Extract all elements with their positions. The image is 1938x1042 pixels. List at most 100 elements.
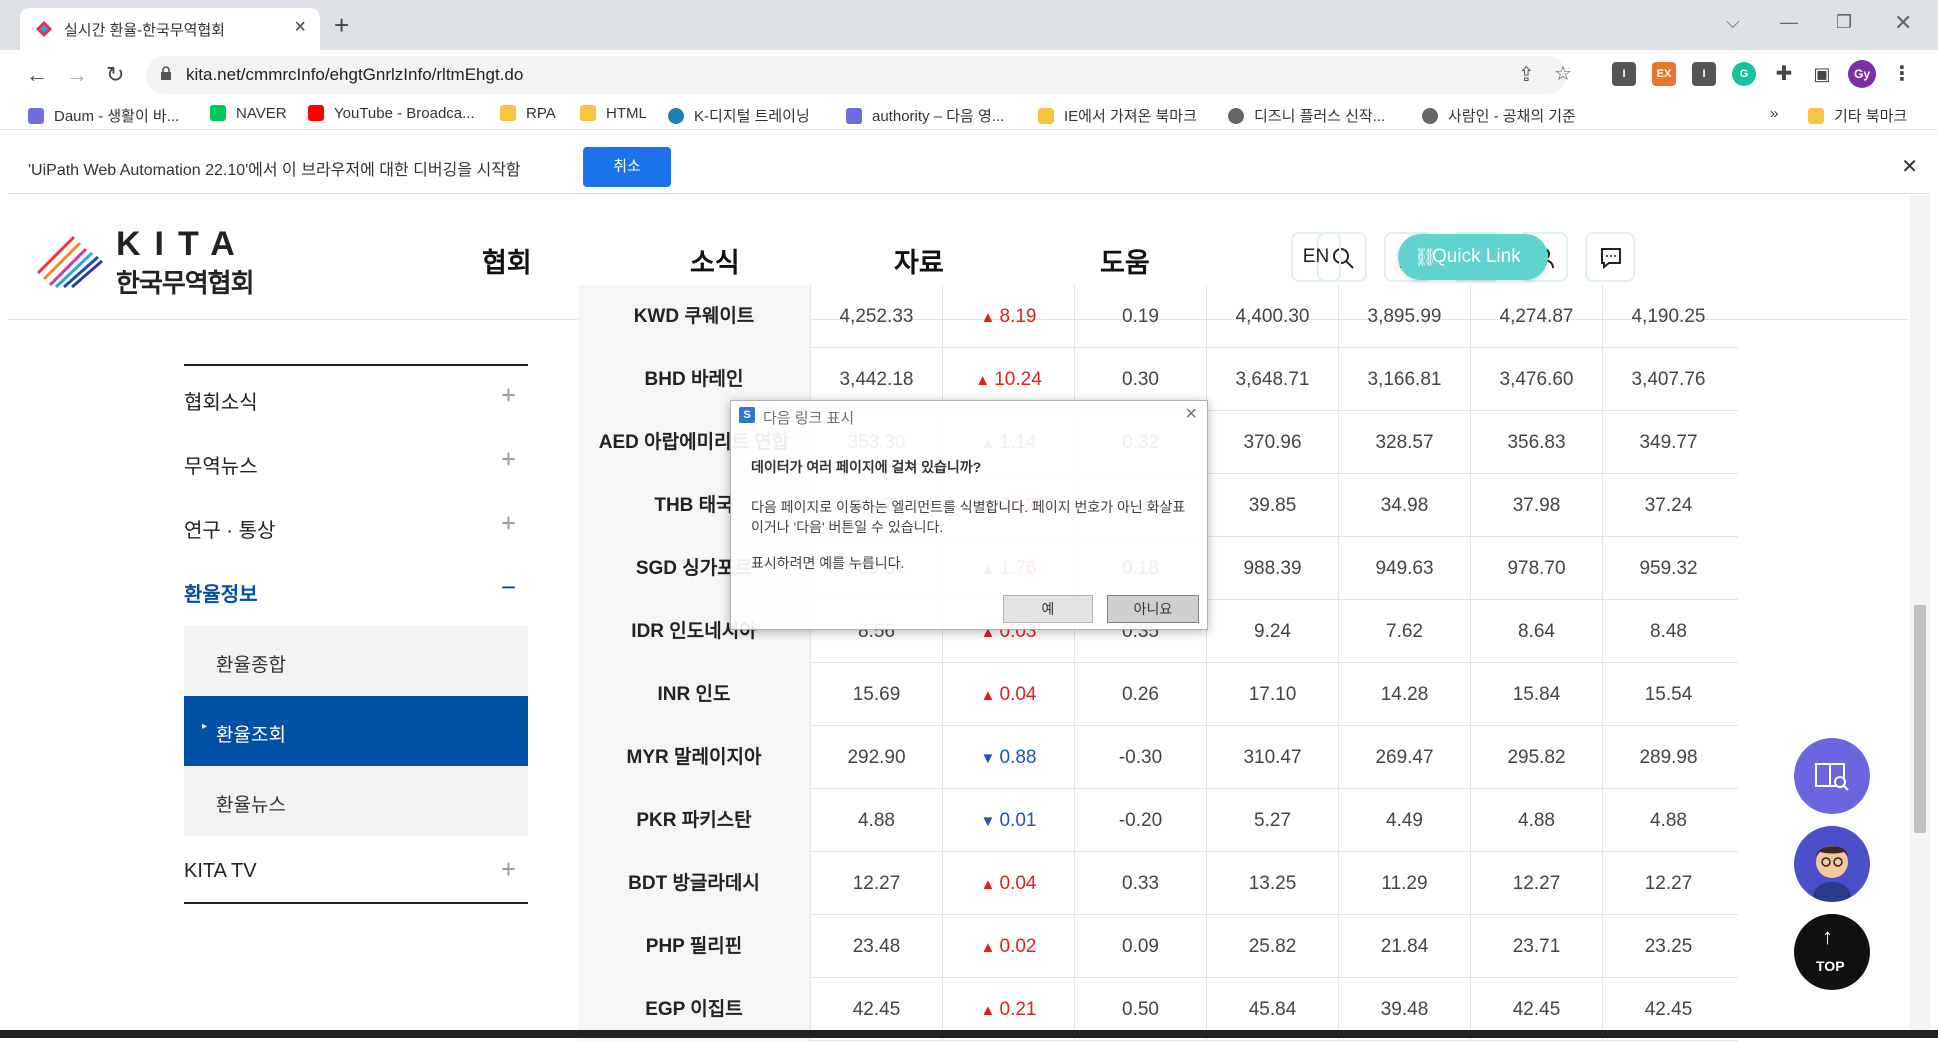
currency-name-cell: MYR 말레이지아 <box>578 726 810 789</box>
bookmark-daum[interactable]: Daum - 생활이 바... <box>28 105 179 126</box>
sidebar-item-label: 협회소식 <box>184 392 258 414</box>
dialog-no-button[interactable]: 아니요 <box>1107 595 1199 623</box>
bookmarks-more-icon[interactable]: » <box>1770 105 1778 122</box>
table-row: PKR 파키스탄 4.88 ▼ 0.01 -0.20 5.27 4.49 4.88 4.88 <box>578 789 1738 852</box>
sidebar-sub-rate-overview[interactable]: 환율종합 <box>184 626 528 696</box>
share-icon[interactable]: ⇪ <box>1518 62 1535 87</box>
rate-value-cell: 3,648.71 <box>1206 348 1338 411</box>
rate-value-cell: 0.26 <box>1074 663 1206 726</box>
quick-link-button[interactable]: ⛓ Quick Link <box>1398 234 1548 280</box>
scroll-top-button[interactable]: ↑ TOP <box>1794 914 1870 990</box>
arrow-up-icon: ▲ <box>980 309 1000 326</box>
sidebar-sub-rate-lookup[interactable]: ▸ 환율조회 <box>184 696 528 766</box>
extension-i-icon[interactable]: I <box>1612 62 1636 86</box>
bookmark-ie-folder[interactable]: IE에서 가져온 북마크 <box>1038 105 1197 126</box>
folder-icon <box>1038 108 1054 124</box>
change-value: 0.21 <box>999 999 1037 1020</box>
profile-avatar[interactable]: Gy <box>1848 60 1876 88</box>
bookmark-authority[interactable]: authority – 다음 영... <box>846 105 1004 126</box>
floating-chatbot-button[interactable] <box>1794 826 1870 902</box>
rate-value-cell: 34.98 <box>1338 474 1470 537</box>
tab-close-icon[interactable]: × <box>294 16 306 39</box>
infobar-cancel-button[interactable]: 취소 <box>583 147 671 187</box>
infobar-close-icon[interactable]: ✕ <box>1901 154 1918 179</box>
browser-menu-icon[interactable]: ⋮ <box>1890 62 1914 86</box>
sidebar-item-kita-tv[interactable]: KITA TV + <box>184 840 528 904</box>
rate-value-cell: 4.88 <box>1470 789 1602 852</box>
tab-search-icon[interactable]: ⌵ <box>1726 12 1740 33</box>
rate-value-cell: 4.88 <box>1602 789 1734 852</box>
extensions-puzzle-icon[interactable]: ✚ <box>1772 62 1796 86</box>
bookmark-star-icon[interactable]: ☆ <box>1554 61 1572 86</box>
rate-value-cell: 4,252.33 <box>810 285 942 348</box>
window-close-icon[interactable]: ✕ <box>1894 10 1912 36</box>
header-chat-button[interactable] <box>1585 232 1635 282</box>
back-icon[interactable]: ← <box>26 62 48 88</box>
grammarly-icon[interactable]: G <box>1732 62 1756 86</box>
tab-title: 실시간 환율-한국무역협회 <box>64 22 225 39</box>
table-row: BDT 방글라데시 12.27 ▲ 0.04 0.33 13.25 11.29 12.27 1… <box>578 852 1738 915</box>
new-tab-icon[interactable]: + <box>334 10 349 41</box>
nav-resources[interactable]: 자료 <box>894 241 944 280</box>
browser-tab-bar: 실시간 환율-한국무역협회 × + ⌵ — ❐ ✕ <box>0 0 1938 50</box>
rate-value-cell: 7.62 <box>1338 600 1470 663</box>
sidebar-sub-label: 환율뉴스 <box>216 795 286 816</box>
extension-i2-icon[interactable]: I <box>1692 62 1716 86</box>
currency-name-cell: PKR 파키스탄 <box>578 789 810 852</box>
scrollbar-thumb[interactable] <box>1914 605 1926 833</box>
sidebar-item-trade-news[interactable]: 무역뉴스 + <box>184 430 528 494</box>
sidebar-item-exchange-rate[interactable]: 환율정보 − <box>184 558 528 622</box>
sidebar-item-association-news[interactable]: 협회소식 + <box>184 366 528 430</box>
kita-logo[interactable]: KITA 한국무역협회 <box>36 225 256 298</box>
bookmark-rpa[interactable]: RPA <box>500 105 556 122</box>
address-toolbar: ← → ↻ kita.net/cmmrcInfo/ehgtGnrlzInfo/r… <box>0 50 1938 100</box>
change-cell: ▲ 8.19 <box>942 285 1074 348</box>
bookmark-disney[interactable]: 디즈니 플러스 신작... <box>1228 105 1385 126</box>
expand-plus-icon: + <box>500 380 516 410</box>
folder-icon <box>1808 108 1824 124</box>
maximize-icon[interactable]: ❐ <box>1836 12 1852 33</box>
change-cell: ▲ 0.02 <box>942 915 1074 978</box>
bookmark-kdigital[interactable]: K-디지털 트레이닝 <box>668 105 810 126</box>
arrow-up-icon: ▲ <box>980 939 1000 956</box>
language-en-button[interactable]: EN <box>1291 232 1341 282</box>
page-scrollbar[interactable] <box>1910 195 1930 1038</box>
floating-guide-button[interactable] <box>1794 738 1870 814</box>
folder-icon <box>580 105 596 121</box>
bookmark-youtube[interactable]: YouTube - Broadca... <box>308 105 475 122</box>
dialog-yes-button[interactable]: 예 <box>1003 595 1093 623</box>
url-text[interactable]: kita.net/cmmrcInfo/ehgtGnrlzInfo/rltmEhg… <box>186 65 523 85</box>
browser-tab[interactable]: 실시간 환율-한국무역협회 × <box>20 8 320 50</box>
url-bar[interactable]: kita.net/cmmrcInfo/ehgtGnrlzInfo/rltmEhg… <box>146 56 1572 94</box>
extension-ex-icon[interactable]: EX <box>1652 62 1676 86</box>
change-value: 0.02 <box>999 936 1037 957</box>
forward-icon[interactable]: → <box>66 62 88 88</box>
rate-value-cell: 11.29 <box>1338 852 1470 915</box>
other-bookmarks[interactable]: 기타 북마크 <box>1808 105 1907 126</box>
naver-icon <box>210 105 226 121</box>
rate-value-cell: 289.98 <box>1602 726 1734 789</box>
lock-icon <box>161 66 171 80</box>
arrow-up-icon: ▲ <box>975 372 995 389</box>
bookmark-naver[interactable]: NAVER <box>210 105 287 122</box>
bookmark-saramin[interactable]: 사람인 - 공채의 기준 <box>1422 105 1576 126</box>
dialog-close-icon[interactable]: × <box>1185 403 1197 426</box>
nav-news[interactable]: 소식 <box>690 241 740 280</box>
change-value: 0.04 <box>999 873 1037 894</box>
sidebar-sub-rate-news[interactable]: 환율뉴스 <box>184 766 528 836</box>
nav-association[interactable]: 협회 <box>482 241 532 280</box>
kdigital-icon <box>668 108 684 124</box>
bookmark-html[interactable]: HTML <box>580 105 647 122</box>
top-label: TOP <box>1816 958 1845 974</box>
rate-value-cell: 8.64 <box>1470 600 1602 663</box>
rate-value-cell: 13.25 <box>1206 852 1338 915</box>
sidebar-item-research[interactable]: 연구 · 통상 + <box>184 494 528 558</box>
side-panel-icon[interactable]: ▣ <box>1810 62 1834 86</box>
reload-icon[interactable]: ↻ <box>106 62 124 88</box>
rate-value-cell: 9.24 <box>1206 600 1338 663</box>
expand-plus-icon: + <box>500 508 516 538</box>
minimize-icon[interactable]: — <box>1780 12 1798 33</box>
nav-help[interactable]: 도움 <box>1100 241 1150 280</box>
rate-value-cell: 310.47 <box>1206 726 1338 789</box>
rate-value-cell: 4,190.25 <box>1602 285 1734 348</box>
